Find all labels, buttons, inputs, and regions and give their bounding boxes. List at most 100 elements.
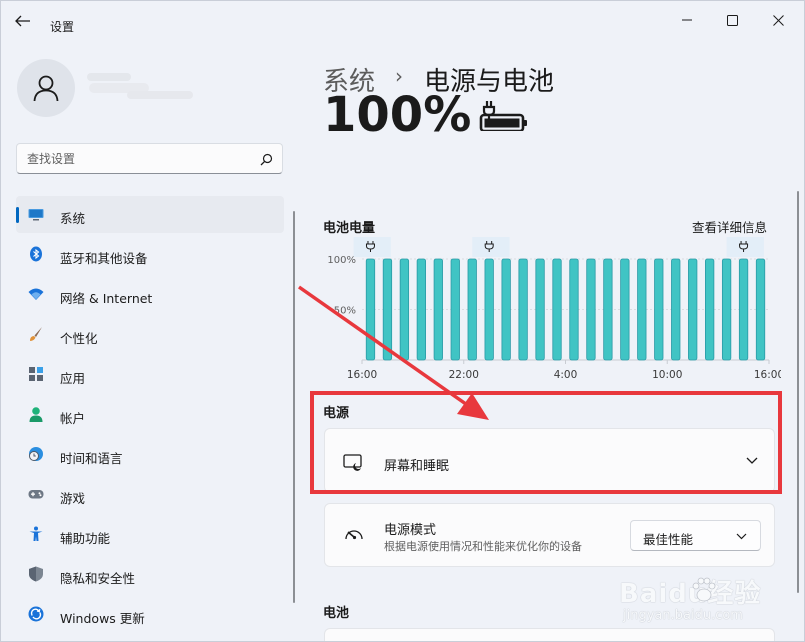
breadcrumb-system[interactable]: 系统 — [323, 61, 375, 98]
battery-section-heading: 电池 — [323, 606, 350, 621]
search-icon[interactable] — [260, 153, 273, 166]
shield-icon — [29, 566, 43, 582]
system-display-icon — [28, 209, 44, 221]
sidebar-item-windows-update[interactable]: Windows 更新 — [16, 596, 284, 633]
sidebar-item-label: 网络 & Internet — [60, 291, 153, 306]
sidebar-item-label: 时间和语言 — [60, 451, 123, 466]
power-mode-dropdown[interactable]: 最佳性能 — [630, 520, 761, 551]
battery-bar — [705, 258, 715, 361]
sidebar-item-bluetooth[interactable]: 蓝牙和其他设备 — [16, 236, 284, 273]
sidebar-item-time-language[interactable]: 时间和语言 — [16, 436, 284, 473]
maximize-button[interactable] — [709, 6, 755, 34]
battery-bar — [552, 258, 562, 361]
apps-icon — [29, 367, 43, 381]
battery-bar — [501, 258, 511, 361]
sidebar-item-label: 应用 — [60, 371, 86, 386]
paw-icon — [692, 577, 716, 602]
y-tick-label: 50% — [334, 306, 356, 317]
search-box — [16, 143, 283, 174]
battery-bar — [416, 258, 426, 361]
battery-bar — [654, 258, 664, 361]
globe-clock-icon — [29, 447, 43, 461]
sidebar-nav: 系统 蓝牙和其他设备 网络 & Internet 个性化 应用 帐户 时间和语言… — [16, 196, 284, 636]
battery-bar — [738, 258, 749, 361]
gauge-icon — [345, 530, 363, 540]
sidebar-item-personalization[interactable]: 个性化 — [16, 316, 284, 353]
page-title: 电源与电池 — [424, 67, 555, 97]
charging-band — [472, 237, 510, 257]
minimize-button[interactable] — [664, 6, 710, 34]
charging-band — [353, 237, 391, 257]
battery-bar — [671, 258, 681, 361]
sidebar-item-label: 隐私和安全性 — [60, 571, 136, 586]
sidebar-item-label: 个性化 — [60, 331, 98, 346]
battery-bar — [637, 258, 647, 361]
battery-summary: 100% — [301, 95, 601, 143]
chevron-down-icon — [736, 533, 747, 540]
y-tick-label: 100% — [327, 255, 356, 266]
battery-bar — [620, 258, 630, 361]
sidebar-item-accounts[interactable]: 帐户 — [16, 396, 284, 433]
power-mode-selected: 最佳性能 — [643, 532, 694, 547]
battery-bar — [467, 258, 477, 361]
sidebar-item-system[interactable]: 系统 — [16, 196, 284, 233]
brush-icon — [30, 327, 42, 341]
wifi-icon — [28, 288, 44, 300]
battery-bar — [688, 258, 698, 361]
x-tick-label: 10:00 — [652, 369, 682, 381]
power-mode-title: 电源模式 — [384, 523, 437, 538]
settings-window: 设置 系统 — [0, 0, 805, 642]
maximize-icon — [726, 14, 738, 26]
battery-bar — [382, 258, 393, 361]
sidebar-item-label: 帐户 — [60, 411, 86, 426]
battery-bar — [603, 258, 613, 361]
sidebar-item-privacy[interactable]: 隐私和安全性 — [16, 556, 284, 593]
windows-update-icon — [28, 606, 44, 622]
sidebar-item-gaming[interactable]: 游戏 — [16, 476, 284, 513]
x-tick-label: 16:00 — [347, 369, 377, 381]
person-icon — [33, 75, 59, 102]
baidu-watermark: Baidu经验 jingyan.baidu.com — [619, 573, 799, 633]
app-title: 设置 — [50, 20, 75, 34]
sidebar-item-label: 系统 — [60, 211, 86, 226]
power-mode-description: 根据电源使用情况和性能来优化你的设备 — [384, 540, 582, 553]
accessibility-icon — [29, 526, 43, 541]
annotation-highlight-box — [310, 391, 782, 494]
battery-bar — [450, 258, 460, 361]
battery-bar — [484, 258, 494, 361]
close-icon — [772, 14, 784, 26]
x-tick-label: 4:00 — [554, 369, 578, 381]
content-scrollbar[interactable] — [797, 191, 799, 593]
battery-bar — [721, 258, 732, 361]
battery-bar — [569, 258, 579, 361]
x-tick-label: 22:00 — [449, 369, 479, 381]
sidebar-item-label: 蓝牙和其他设备 — [60, 251, 148, 266]
username-redacted — [87, 71, 197, 103]
minimize-icon — [682, 19, 692, 21]
title-bar: 设置 — [1, 1, 804, 37]
power-mode-card: 电源模式 根据电源使用情况和性能来优化你的设备 最佳性能 — [324, 503, 775, 567]
x-tick-label: 16:00 — [754, 369, 781, 381]
close-button[interactable] — [755, 6, 801, 34]
battery-percent: 100% — [323, 95, 472, 143]
breadcrumb-separator: › — [395, 64, 403, 88]
battery-bar — [365, 258, 376, 361]
charging-band — [726, 237, 764, 257]
sidebar-scrollbar[interactable] — [293, 211, 295, 603]
search-input[interactable] — [17, 144, 255, 173]
battery-bar — [755, 258, 766, 361]
battery-charging-icon — [479, 101, 527, 131]
gamepad-icon — [28, 490, 44, 499]
sidebar-item-label: Windows 更新 — [60, 611, 145, 626]
battery-bar — [399, 258, 410, 361]
sidebar-item-apps[interactable]: 应用 — [16, 356, 284, 393]
watermark-site: jingyan.baidu.com — [623, 608, 743, 623]
account-icon — [29, 407, 43, 422]
battery-bar — [433, 258, 443, 361]
active-indicator — [16, 207, 19, 223]
battery-level-chart: 100% 50% 16:00 22:00 4:00 10:00 16:00 — [327, 237, 781, 381]
back-arrow-icon[interactable] — [15, 15, 31, 27]
sidebar-item-accessibility[interactable]: 辅助功能 — [16, 516, 284, 553]
user-avatar[interactable] — [17, 59, 75, 117]
sidebar-item-network[interactable]: 网络 & Internet — [16, 276, 284, 313]
